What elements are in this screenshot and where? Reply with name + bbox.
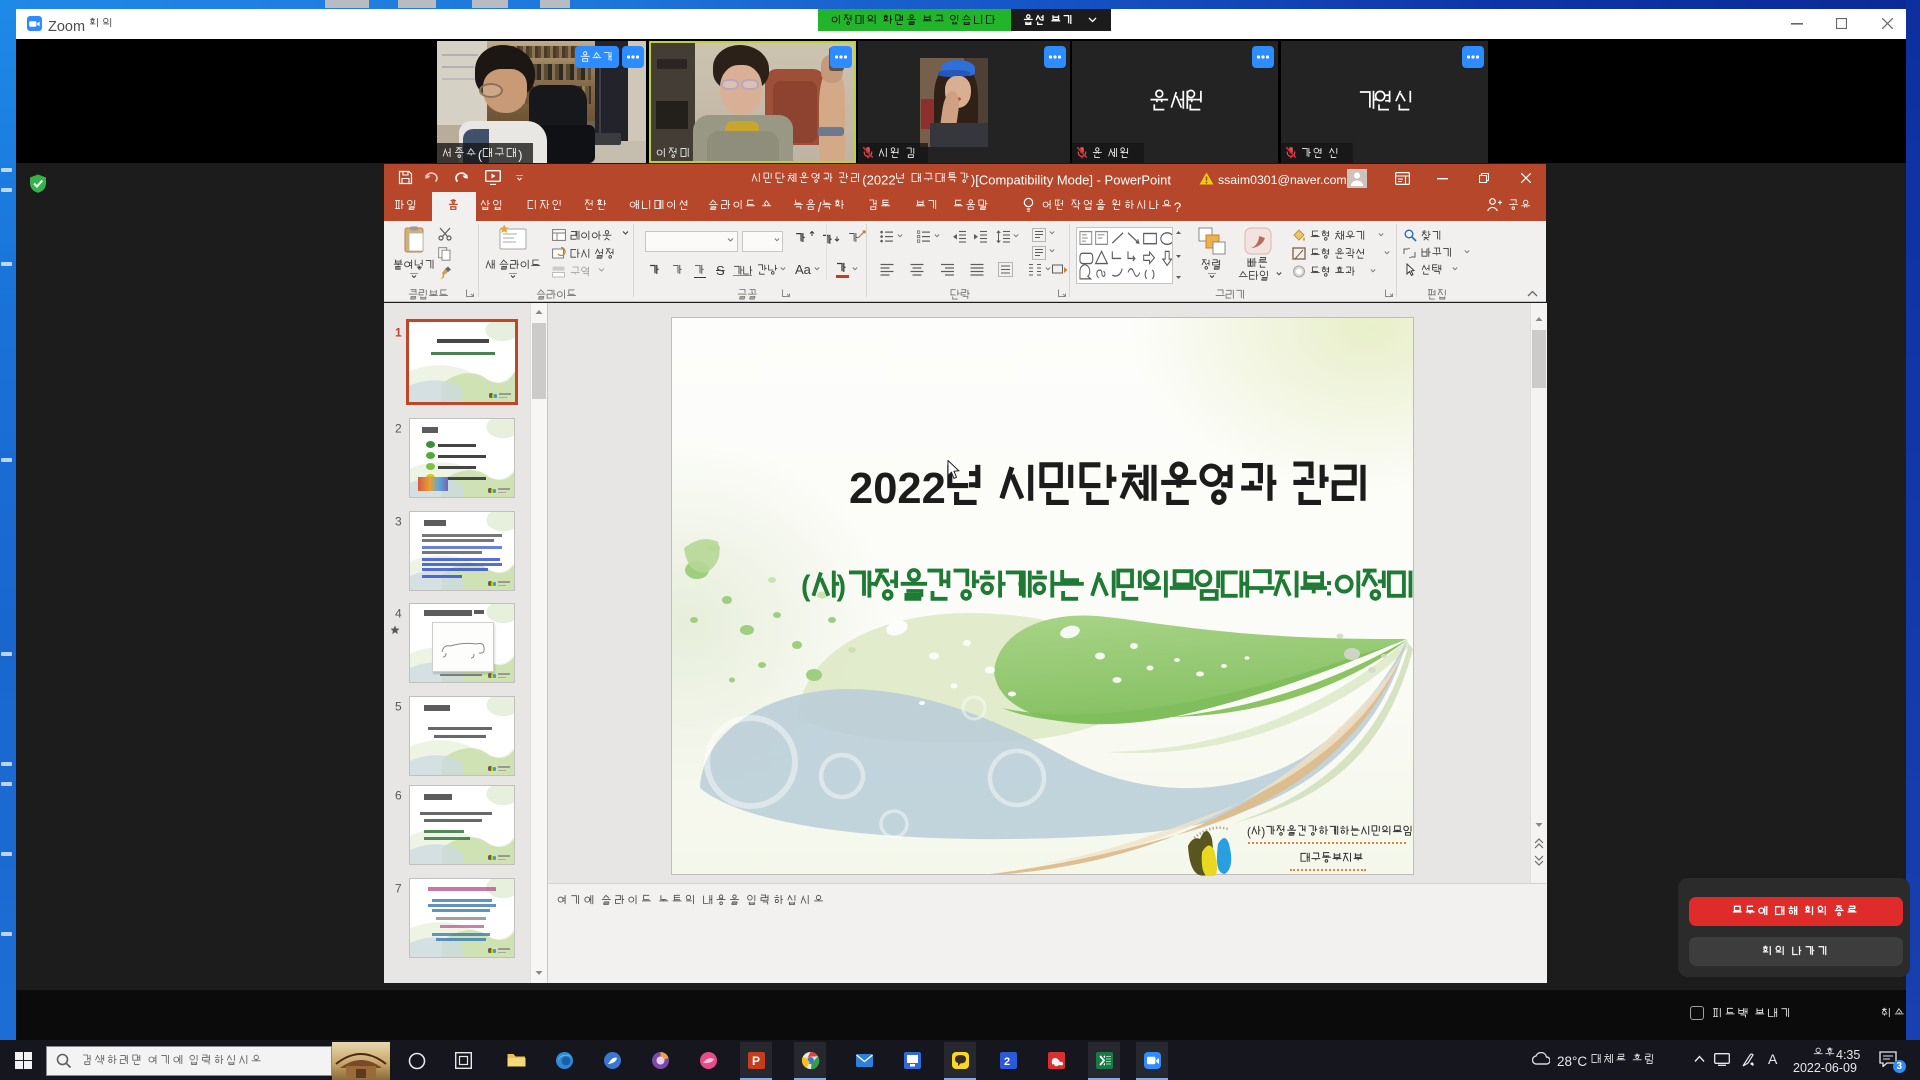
svg-text::: : — [1324, 570, 1333, 602]
svg-text:(: ( — [801, 570, 811, 602]
svg-text:4: 4 — [395, 606, 402, 620]
svg-text:2: 2 — [1004, 1056, 1010, 1068]
svg-text:(: ( — [478, 147, 483, 162]
svg-text:2: 2 — [395, 421, 402, 435]
svg-text:5: 5 — [395, 699, 402, 713]
svg-text:1: 1 — [395, 325, 402, 339]
svg-text:/: / — [818, 200, 822, 215]
svg-text:): ) — [836, 570, 845, 602]
svg-text:4:35: 4:35 — [1836, 1048, 1860, 1062]
svg-text:): ) — [518, 147, 522, 162]
svg-text:2022: 2022 — [849, 465, 946, 513]
svg-text:3: 3 — [395, 514, 402, 528]
svg-text:7: 7 — [395, 881, 402, 895]
svg-text:(2022: (2022 — [863, 172, 896, 187]
svg-text:): ) — [1261, 827, 1265, 839]
svg-text:)[Compatibility Mode] - Powe: )[Compatibility Mode] - PowerPoint — [971, 172, 1172, 187]
svg-text:P: P — [752, 1054, 760, 1068]
svg-text:?: ? — [1174, 200, 1182, 215]
svg-text:6: 6 — [395, 788, 402, 802]
svg-text:28°C: 28°C — [1557, 1054, 1587, 1069]
svg-text:Zoom: Zoom — [48, 19, 85, 35]
svg-text:(: ( — [1247, 827, 1251, 839]
